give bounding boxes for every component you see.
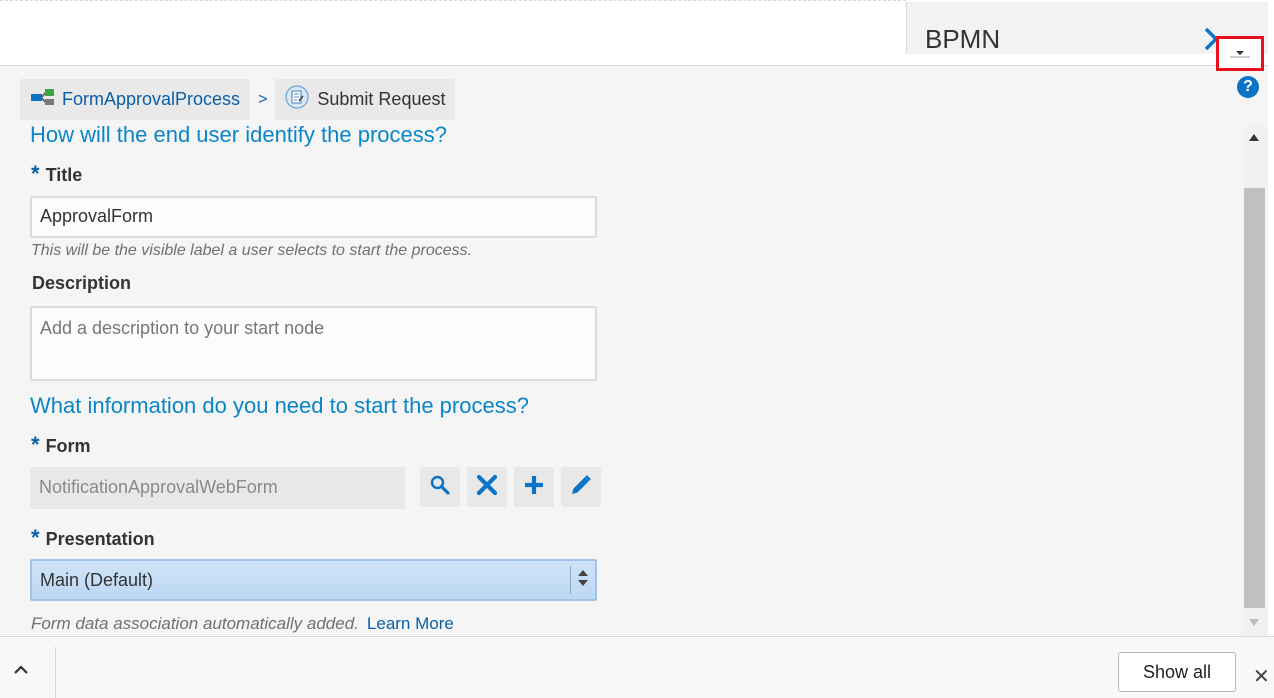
presentation-label-text: Presentation [45, 529, 155, 549]
close-icon [476, 474, 498, 501]
task-icon [285, 85, 310, 114]
bottom-divider [55, 647, 56, 698]
plus-icon [523, 474, 545, 501]
remove-form-button[interactable] [467, 467, 507, 507]
pencil-icon [569, 473, 593, 502]
sort-arrows-icon [577, 567, 589, 594]
info-heading: What information do you need to start th… [30, 393, 529, 418]
scrollbar-thumb[interactable] [1244, 188, 1265, 608]
scroll-down-arrow-icon[interactable] [1249, 619, 1259, 626]
bpmn-panel: BPMN [906, 2, 1268, 54]
association-note-text: Form data association automatically adde… [31, 614, 359, 633]
download-bar: Show all ✕ [0, 636, 1274, 698]
scroll-up-arrow-icon[interactable] [1249, 134, 1259, 141]
breadcrumb: FormApprovalProcess > Submit Request [20, 79, 456, 120]
bpmn-panel-title: BPMN [925, 24, 1001, 54]
panel-dropdown-button[interactable] [1216, 36, 1264, 71]
presentation-value: Main (Default) [40, 570, 154, 590]
title-label: * Title [31, 161, 82, 187]
dropdown-field [1230, 49, 1250, 58]
search-form-button[interactable] [420, 467, 460, 507]
top-strip [0, 0, 906, 66]
description-label: Description [32, 273, 132, 293]
form-label: * Form [31, 432, 91, 458]
title-label-text: Title [45, 165, 83, 185]
title-input[interactable]: ApprovalForm [30, 196, 597, 238]
add-form-button[interactable] [514, 467, 554, 507]
caret-down-icon [1236, 51, 1244, 55]
breadcrumb-current: Submit Request [275, 79, 456, 120]
presentation-label: * Presentation [31, 525, 155, 551]
required-marker: * [31, 161, 40, 186]
breadcrumb-process-link[interactable]: FormApprovalProcess [62, 89, 240, 110]
association-note: Form data association automatically adde… [31, 614, 454, 634]
close-bar-icon[interactable]: ✕ [1253, 664, 1270, 689]
required-marker: * [31, 525, 40, 550]
edit-form-button[interactable] [561, 467, 601, 507]
learn-more-link[interactable]: Learn More [367, 614, 454, 633]
breadcrumb-process[interactable]: FormApprovalProcess [20, 79, 251, 120]
title-hint: This will be the visible label a user se… [31, 242, 473, 259]
breadcrumb-separator: > [258, 90, 268, 108]
process-icon [30, 87, 56, 112]
presentation-select[interactable]: Main (Default) [30, 559, 597, 601]
form-label-text: Form [45, 436, 91, 456]
chevron-up-icon[interactable] [12, 662, 30, 680]
help-icon[interactable]: ? [1237, 76, 1259, 98]
properties-panel: ? FormApprovalProcess > Submit Request H… [0, 66, 1268, 636]
required-marker: * [31, 432, 40, 457]
breadcrumb-current-label: Submit Request [317, 89, 446, 109]
description-textarea[interactable]: Add a description to your start node [30, 306, 597, 381]
identify-heading: How will the end user identify the proce… [30, 122, 447, 147]
app-window: BPMN ? FormApprovalProcess > Submit Requ… [0, 0, 1274, 698]
top-divider [906, 54, 1268, 66]
search-icon [429, 474, 451, 501]
vertical-scrollbar[interactable] [1243, 126, 1268, 636]
form-field[interactable]: NotificationApprovalWebForm [30, 467, 405, 509]
select-divider [570, 566, 571, 594]
show-all-button[interactable]: Show all [1118, 652, 1236, 692]
